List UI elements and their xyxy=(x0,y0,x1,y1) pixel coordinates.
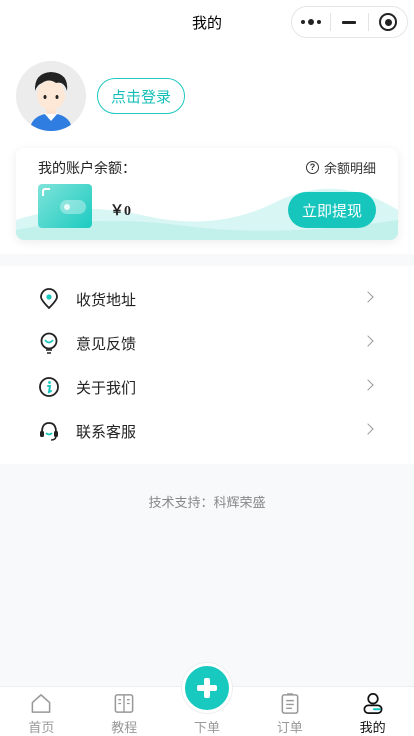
place-order-plus-button[interactable] xyxy=(182,663,232,713)
avatar-icon xyxy=(16,61,86,131)
balance-detail-link[interactable]: ? 余额明细 xyxy=(305,158,376,177)
home-icon xyxy=(31,694,51,713)
tab-label: 订单 xyxy=(276,720,303,735)
navigation-bar: 我的 xyxy=(0,0,414,46)
tab-tutorial[interactable]: 教程 xyxy=(83,687,166,736)
withdraw-button[interactable]: 立即提现 xyxy=(288,192,376,228)
profile-page: 我的 点击登录 我的账户余额： ? 余额明细 ￥0 立即提现 收货地址 意见反馈… xyxy=(0,0,414,736)
chevron-right-icon xyxy=(362,379,374,391)
menu-item-address[interactable]: 收货地址 xyxy=(0,277,414,321)
menu-label: 关于我们 xyxy=(76,379,137,397)
mini-program-capsule xyxy=(291,6,408,38)
tab-home[interactable]: 首页 xyxy=(0,687,83,736)
avatar[interactable] xyxy=(16,61,86,131)
tab-mine[interactable]: 我的 xyxy=(331,687,414,736)
menu-item-about[interactable]: 关于我们 xyxy=(0,365,414,409)
menu-item-customer-service[interactable]: 联系客服 xyxy=(0,409,414,453)
chevron-right-icon xyxy=(362,291,374,303)
close-button[interactable] xyxy=(369,7,407,37)
tab-label: 下单 xyxy=(193,720,220,735)
menu-label: 收货地址 xyxy=(76,291,137,309)
balance-label: 我的账户余额： xyxy=(38,160,136,176)
tech-support-text: 技术支持：科辉荣盛 xyxy=(148,495,266,510)
location-pin-icon xyxy=(40,288,58,310)
more-button[interactable] xyxy=(292,7,330,37)
chevron-right-icon xyxy=(362,423,374,435)
menu-item-feedback[interactable]: 意见反馈 xyxy=(0,321,414,365)
help-icon: ? xyxy=(305,161,319,174)
balance-amount: ￥0 xyxy=(110,204,131,219)
login-button[interactable]: 点击登录 xyxy=(97,78,185,114)
menu-label: 意见反馈 xyxy=(76,335,137,353)
tab-label: 我的 xyxy=(359,720,386,735)
profile-header: 点击登录 我的账户余额： ? 余额明细 ￥0 立即提现 xyxy=(0,46,414,254)
minimize-button[interactable] xyxy=(331,7,369,37)
more-dots-icon xyxy=(300,19,321,25)
headset-icon xyxy=(40,422,58,441)
feedback-bulb-icon xyxy=(40,332,58,354)
chevron-right-icon xyxy=(362,335,374,347)
balance-card: 我的账户余额： ? 余额明细 ￥0 立即提现 xyxy=(16,148,398,240)
balance-detail-label: 余额明细 xyxy=(323,161,376,176)
minus-icon xyxy=(342,20,357,24)
order-list-icon xyxy=(281,693,299,714)
target-icon xyxy=(379,13,398,31)
tab-label: 教程 xyxy=(111,720,138,735)
tab-orders[interactable]: 订单 xyxy=(248,687,331,736)
info-icon xyxy=(39,377,59,397)
menu-label: 联系客服 xyxy=(76,423,137,441)
tab-label: 首页 xyxy=(28,720,55,735)
menu-list: 收货地址 意见反馈 关于我们 联系客服 xyxy=(0,266,414,464)
user-icon xyxy=(363,693,383,714)
book-icon xyxy=(114,694,134,713)
wallet-icon xyxy=(38,184,92,228)
